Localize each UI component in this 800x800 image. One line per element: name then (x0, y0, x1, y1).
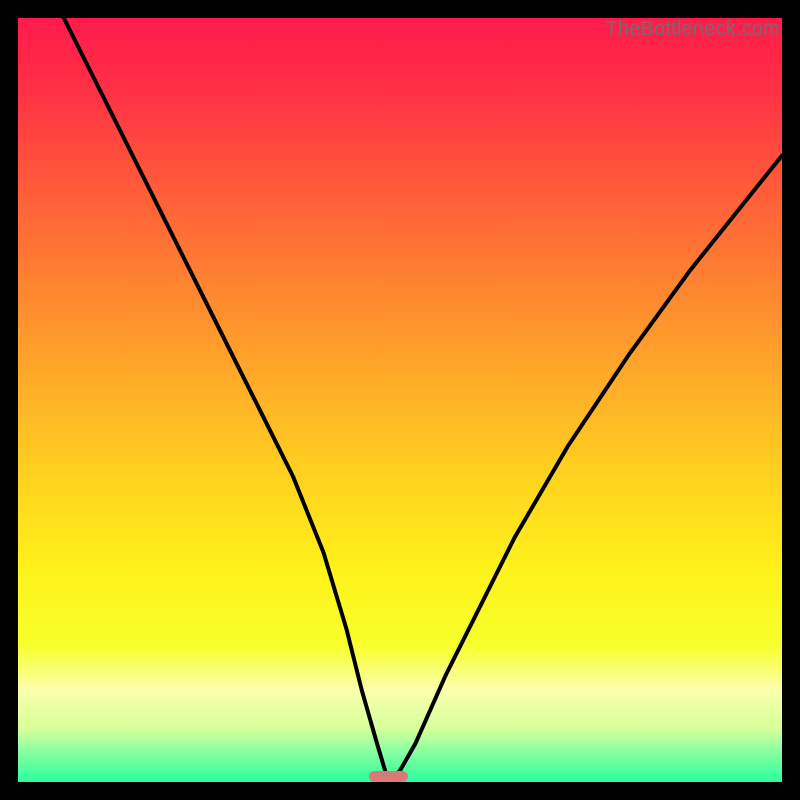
chart-frame: TheBottleneck.com (18, 18, 782, 782)
watermark-text: TheBottleneck.com (605, 18, 780, 41)
optimal-marker (369, 771, 407, 782)
bottleneck-chart (18, 18, 782, 782)
gradient-background (18, 18, 782, 782)
